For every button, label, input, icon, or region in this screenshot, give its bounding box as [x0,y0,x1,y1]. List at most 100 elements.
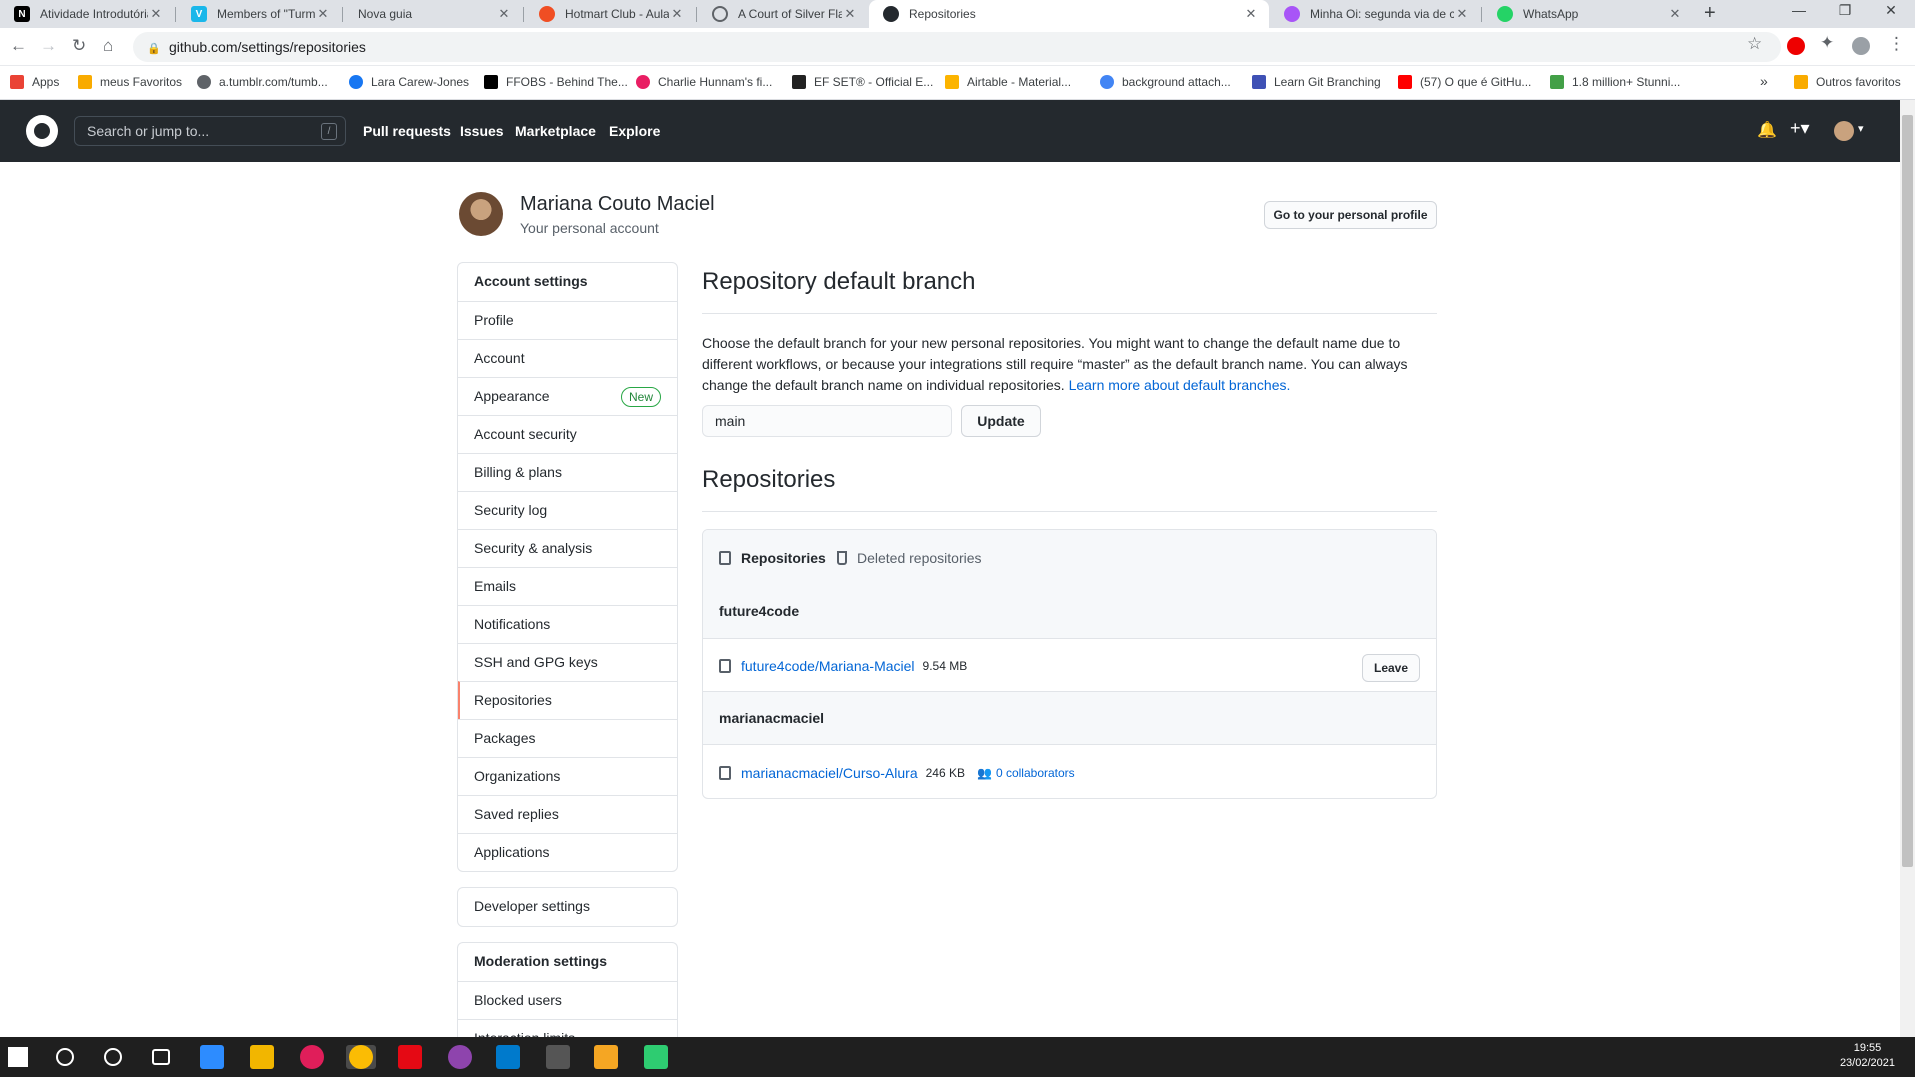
other-bookmarks[interactable]: Outros favoritos [1794,75,1901,89]
github-logo-icon[interactable] [26,115,58,147]
browser-tab[interactable]: Hotmart Club - Aula 01 – C ✕ [525,0,695,28]
close-icon[interactable]: ✕ [1667,6,1683,22]
system-clock[interactable]: 19:55 23/02/2021 [1840,1041,1895,1071]
more-bookmarks-chevron[interactable]: » [1760,73,1768,89]
sidebar-item-ssh-gpg-keys[interactable]: SSH and GPG keys [458,643,677,681]
leave-button[interactable]: Leave [1362,654,1420,682]
sidebar-item-interaction-limits[interactable]: Interaction limits [458,1019,677,1037]
forward-arrow-icon[interactable]: → [40,36,57,56]
bookmark-item[interactable]: a.tumblr.com/tumb... [197,75,328,89]
sidebar-item-notifications[interactable]: Notifications [458,605,677,643]
tab-label: Repositories [741,550,826,566]
netflix-icon[interactable] [398,1045,422,1069]
sidebar-item-developer-settings[interactable]: Developer settings [458,888,677,926]
browser-tab[interactable]: A Court of Silver Flames ✕ [698,0,868,28]
update-button[interactable]: Update [961,405,1041,437]
search-icon[interactable] [56,1048,74,1066]
user-avatar-icon[interactable] [1834,121,1854,141]
bookmark-item[interactable]: Airtable - Material... [945,75,1071,89]
nav-issues[interactable]: Issues [460,123,504,139]
bookmark-item[interactable]: FFOBS - Behind The... [484,75,628,89]
close-icon[interactable]: ✕ [842,6,858,22]
browser-tab[interactable]: Minha Oi: segunda via de c ✕ [1270,0,1480,28]
media-player-icon[interactable] [594,1045,618,1069]
tab-repositories[interactable]: Repositories [719,550,826,566]
repo-link[interactable]: future4code/Mariana-Maciel [741,658,915,674]
chrome-icon[interactable] [349,1045,373,1069]
home-icon[interactable]: ⌂ [103,36,113,56]
bookmark-item[interactable]: Charlie Hunnam's fi... [636,75,772,89]
scrollbar-thumb[interactable] [1902,115,1913,867]
collaborators-link[interactable]: 0 collaborators [996,766,1075,780]
close-icon[interactable]: ✕ [315,6,331,22]
reload-icon[interactable]: ↻ [72,36,86,56]
close-icon[interactable]: ✕ [1454,6,1470,22]
sidebar-item-security-analysis[interactable]: Security & analysis [458,529,677,567]
git-kraken-icon[interactable] [644,1045,668,1069]
bookmark-star-icon[interactable]: ☆ [1747,34,1762,54]
close-icon[interactable]: ✕ [1243,6,1259,22]
bookmark-item[interactable]: EF SET® - Official E... [792,75,933,89]
go-to-profile-button[interactable]: Go to your personal profile [1264,201,1437,229]
sidebar-item-appearance[interactable]: Appearance New [458,377,677,415]
browser-tab[interactable]: V Members of "Turma Muñoz ✕ [177,0,341,28]
bookmark-item[interactable]: 1.8 million+ Stunni... [1550,75,1680,89]
bookmark-apps[interactable]: Apps [10,75,59,89]
browser-tab[interactable]: WhatsApp ✕ [1483,0,1693,28]
cortana-icon[interactable] [104,1048,122,1066]
sidebar-item-emails[interactable]: Emails [458,567,677,605]
plus-dropdown-icon[interactable]: +▾ [1790,118,1810,139]
window-close-icon[interactable]: ✕ [1868,2,1914,19]
sidebar-item-blocked-users[interactable]: Blocked users [458,981,677,1019]
sidebar-item-billing[interactable]: Billing & plans [458,453,677,491]
minimize-icon[interactable]: — [1776,2,1822,18]
sidebar-item-packages[interactable]: Packages [458,719,677,757]
bookmark-item[interactable]: background attach... [1100,75,1231,89]
bookmark-item[interactable]: (57) O que é GitHu... [1398,75,1531,89]
new-tab-icon[interactable]: + [1704,2,1716,25]
sidebar-item-saved-replies[interactable]: Saved replies [458,795,677,833]
browser-tab-active[interactable]: Repositories ✕ [869,0,1269,28]
restore-icon[interactable]: ❐ [1822,2,1868,19]
browser-tab[interactable]: Nova guia ✕ [344,0,522,28]
vscode-icon[interactable] [496,1045,520,1069]
chrome-menu-icon[interactable]: ⋮ [1888,34,1905,54]
sidebar-item-account-security[interactable]: Account security [458,415,677,453]
app-icon[interactable] [448,1045,472,1069]
bookmark-item[interactable]: Learn Git Branching [1252,75,1381,89]
sidebar-item-repositories[interactable]: Repositories [458,681,677,719]
opera-extension-icon[interactable] [1787,37,1805,55]
back-arrow-icon[interactable]: ← [10,36,27,56]
chevron-down-icon[interactable]: ▾ [1858,122,1864,135]
sidebar-item-profile[interactable]: Profile [458,301,677,339]
address-bar[interactable]: 🔒 github.com/settings/repositories [133,32,1781,62]
nav-explore[interactable]: Explore [609,123,660,139]
bell-icon[interactable]: 🔔 [1757,120,1777,140]
nav-pull-requests[interactable]: Pull requests [363,123,451,139]
zoom-icon[interactable] [200,1045,224,1069]
default-branch-input[interactable]: main [702,405,952,437]
close-icon[interactable]: ✕ [148,6,164,22]
repo-link[interactable]: marianacmaciel/Curso-Alura [741,765,918,781]
tab-label: Nova guia [358,7,413,21]
audio-app-icon[interactable] [546,1045,570,1069]
windows-start-icon[interactable] [8,1047,28,1067]
learn-more-link[interactable]: Learn more about default branches. [1069,377,1291,393]
slack-icon[interactable] [300,1045,324,1069]
sidebar-item-security-log[interactable]: Security log [458,491,677,529]
extensions-puzzle-icon[interactable]: ✦ [1820,33,1834,53]
close-icon[interactable]: ✕ [496,6,512,22]
bookmark-folder[interactable]: meus Favoritos [78,75,182,89]
sidebar-item-applications[interactable]: Applications [458,833,677,871]
task-view-icon[interactable] [152,1049,170,1065]
sidebar-item-account[interactable]: Account [458,339,677,377]
tab-deleted-repositories[interactable]: Deleted repositories [837,550,982,566]
sidebar-item-organizations[interactable]: Organizations [458,757,677,795]
profile-avatar-icon[interactable] [1852,37,1870,55]
browser-tab[interactable]: N Atividade Introdutória - Set ✕ [0,0,174,28]
search-input[interactable]: Search or jump to... / [74,116,346,146]
bookmark-item[interactable]: Lara Carew-Jones [349,75,469,89]
close-icon[interactable]: ✕ [669,6,685,22]
file-explorer-icon[interactable] [250,1045,274,1069]
nav-marketplace[interactable]: Marketplace [515,123,596,139]
